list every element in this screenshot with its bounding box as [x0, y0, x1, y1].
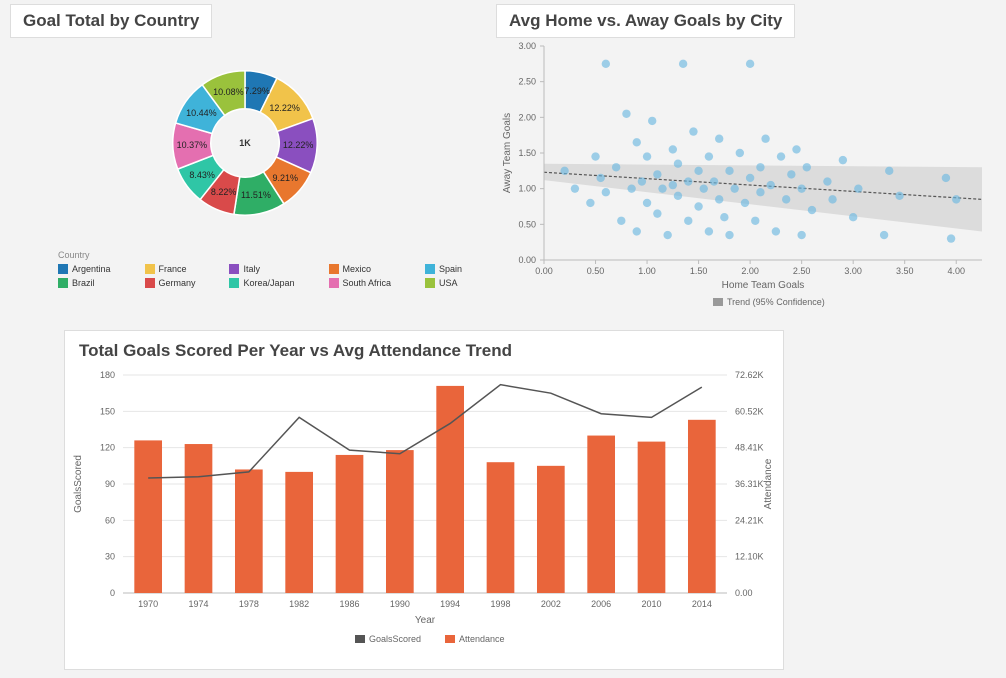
- legend-item[interactable]: Korea/Japan: [229, 278, 312, 288]
- legend-swatch: [329, 278, 339, 288]
- svg-text:Year: Year: [415, 615, 436, 626]
- scatter-chart-panel: Avg Home vs. Away Goals by City 0.00 0.50…: [496, 4, 996, 324]
- svg-text:1990: 1990: [390, 599, 410, 609]
- legend-label: Brazil: [72, 278, 95, 288]
- svg-text:2.50: 2.50: [793, 266, 811, 276]
- svg-text:1.50: 1.50: [690, 266, 708, 276]
- combo-chart[interactable]: 0 0.00 30 12.10K 60 24.21K 90 36.31K 120 48.41K 15…: [65, 361, 785, 651]
- svg-text:GoalsScored: GoalsScored: [73, 455, 84, 513]
- legend-swatch: [229, 264, 239, 274]
- donut-chart[interactable]: 1K 7.29%12.22%12.22%9.21%11.51%8.22%8.43…: [150, 48, 340, 238]
- svg-text:120: 120: [100, 443, 115, 453]
- legend-label: Argentina: [72, 264, 111, 274]
- svg-text:72.62K: 72.62K: [735, 370, 764, 380]
- scatter-title: Avg Home vs. Away Goals by City: [496, 4, 795, 38]
- legend-item[interactable]: Germany: [145, 278, 214, 288]
- legend-label: Korea/Japan: [243, 278, 294, 288]
- svg-text:3.00: 3.00: [518, 41, 536, 51]
- legend-swatch: [425, 278, 435, 288]
- svg-text:0.00: 0.00: [518, 255, 536, 265]
- svg-text:2006: 2006: [591, 599, 611, 609]
- svg-text:1982: 1982: [289, 599, 309, 609]
- svg-text:12.10K: 12.10K: [735, 552, 764, 562]
- svg-text:0.00: 0.00: [735, 588, 753, 598]
- svg-text:1.00: 1.00: [638, 266, 656, 276]
- svg-text:3.00: 3.00: [844, 266, 862, 276]
- svg-text:0: 0: [110, 588, 115, 598]
- legend-swatch: [58, 264, 68, 274]
- legend-label: South Africa: [343, 278, 392, 288]
- legend-swatch: [58, 278, 68, 288]
- svg-text:Trend (95% Confidence): Trend (95% Confidence): [727, 297, 825, 307]
- svg-text:36.31K: 36.31K: [735, 479, 764, 489]
- svg-text:Attendance: Attendance: [459, 634, 505, 644]
- legend-item[interactable]: Argentina: [58, 264, 129, 274]
- svg-text:1970: 1970: [138, 599, 158, 609]
- svg-text:4.00: 4.00: [947, 266, 965, 276]
- donut-legend-title: Country: [58, 250, 480, 260]
- legend-swatch: [145, 278, 155, 288]
- svg-text:1974: 1974: [188, 599, 208, 609]
- combo-chart-panel: Total Goals Scored Per Year vs Avg Atten…: [64, 330, 784, 670]
- dashboard: Goal Total by Country 1K 7.29%12.22%12.2…: [0, 0, 1006, 678]
- svg-text:30: 30: [105, 552, 115, 562]
- donut-title: Goal Total by Country: [10, 4, 212, 38]
- legend-label: Mexico: [343, 264, 372, 274]
- svg-text:0.50: 0.50: [587, 266, 605, 276]
- svg-text:60.52K: 60.52K: [735, 406, 764, 416]
- legend-item[interactable]: France: [145, 264, 214, 274]
- svg-text:3.50: 3.50: [896, 266, 914, 276]
- legend-swatch: [229, 278, 239, 288]
- svg-text:2002: 2002: [541, 599, 561, 609]
- legend-label: USA: [439, 278, 458, 288]
- legend-label: Germany: [159, 278, 196, 288]
- legend-label: Italy: [243, 264, 260, 274]
- legend-item[interactable]: Mexico: [329, 264, 410, 274]
- svg-text:0.50: 0.50: [518, 219, 536, 229]
- svg-text:24.21K: 24.21K: [735, 515, 764, 525]
- donut-center-label: 1K: [150, 48, 340, 238]
- legend-item[interactable]: South Africa: [329, 278, 410, 288]
- svg-text:180: 180: [100, 370, 115, 380]
- legend-item[interactable]: Spain: [425, 264, 480, 274]
- svg-text:2.00: 2.00: [741, 266, 759, 276]
- svg-text:1.50: 1.50: [518, 148, 536, 158]
- legend-swatch: [145, 264, 155, 274]
- svg-text:Away Team Goals: Away Team Goals: [502, 113, 513, 193]
- svg-text:2014: 2014: [692, 599, 712, 609]
- svg-text:48.41K: 48.41K: [735, 443, 764, 453]
- svg-text:0.00: 0.00: [535, 266, 553, 276]
- scatter-chart[interactable]: 0.00 0.50 1.00 1.50 2.00 2.50 3.00 3.50 4.00 0.00…: [496, 38, 996, 308]
- svg-text:GoalsScored: GoalsScored: [369, 634, 421, 644]
- donut-legend: Country Argentina France Italy Mexico Spain B…: [58, 250, 480, 288]
- legend-item[interactable]: USA: [425, 278, 480, 288]
- legend-swatch: [329, 264, 339, 274]
- svg-text:Attendance: Attendance: [763, 458, 774, 509]
- svg-text:1986: 1986: [339, 599, 359, 609]
- svg-text:2010: 2010: [641, 599, 661, 609]
- svg-text:2.50: 2.50: [518, 77, 536, 87]
- legend-label: Spain: [439, 264, 462, 274]
- svg-text:1978: 1978: [239, 599, 259, 609]
- svg-text:Home Team Goals: Home Team Goals: [722, 280, 805, 291]
- svg-text:1998: 1998: [490, 599, 510, 609]
- svg-text:1.00: 1.00: [518, 184, 536, 194]
- combo-title: Total Goals Scored Per Year vs Avg Atten…: [65, 331, 783, 361]
- svg-text:2.00: 2.00: [518, 112, 536, 122]
- legend-item[interactable]: Italy: [229, 264, 312, 274]
- svg-text:90: 90: [105, 479, 115, 489]
- legend-item[interactable]: Brazil: [58, 278, 129, 288]
- legend-label: France: [159, 264, 187, 274]
- svg-text:60: 60: [105, 515, 115, 525]
- donut-chart-panel: Goal Total by Country 1K 7.29%12.22%12.2…: [10, 4, 480, 324]
- svg-text:1994: 1994: [440, 599, 460, 609]
- legend-swatch: [425, 264, 435, 274]
- svg-text:150: 150: [100, 406, 115, 416]
